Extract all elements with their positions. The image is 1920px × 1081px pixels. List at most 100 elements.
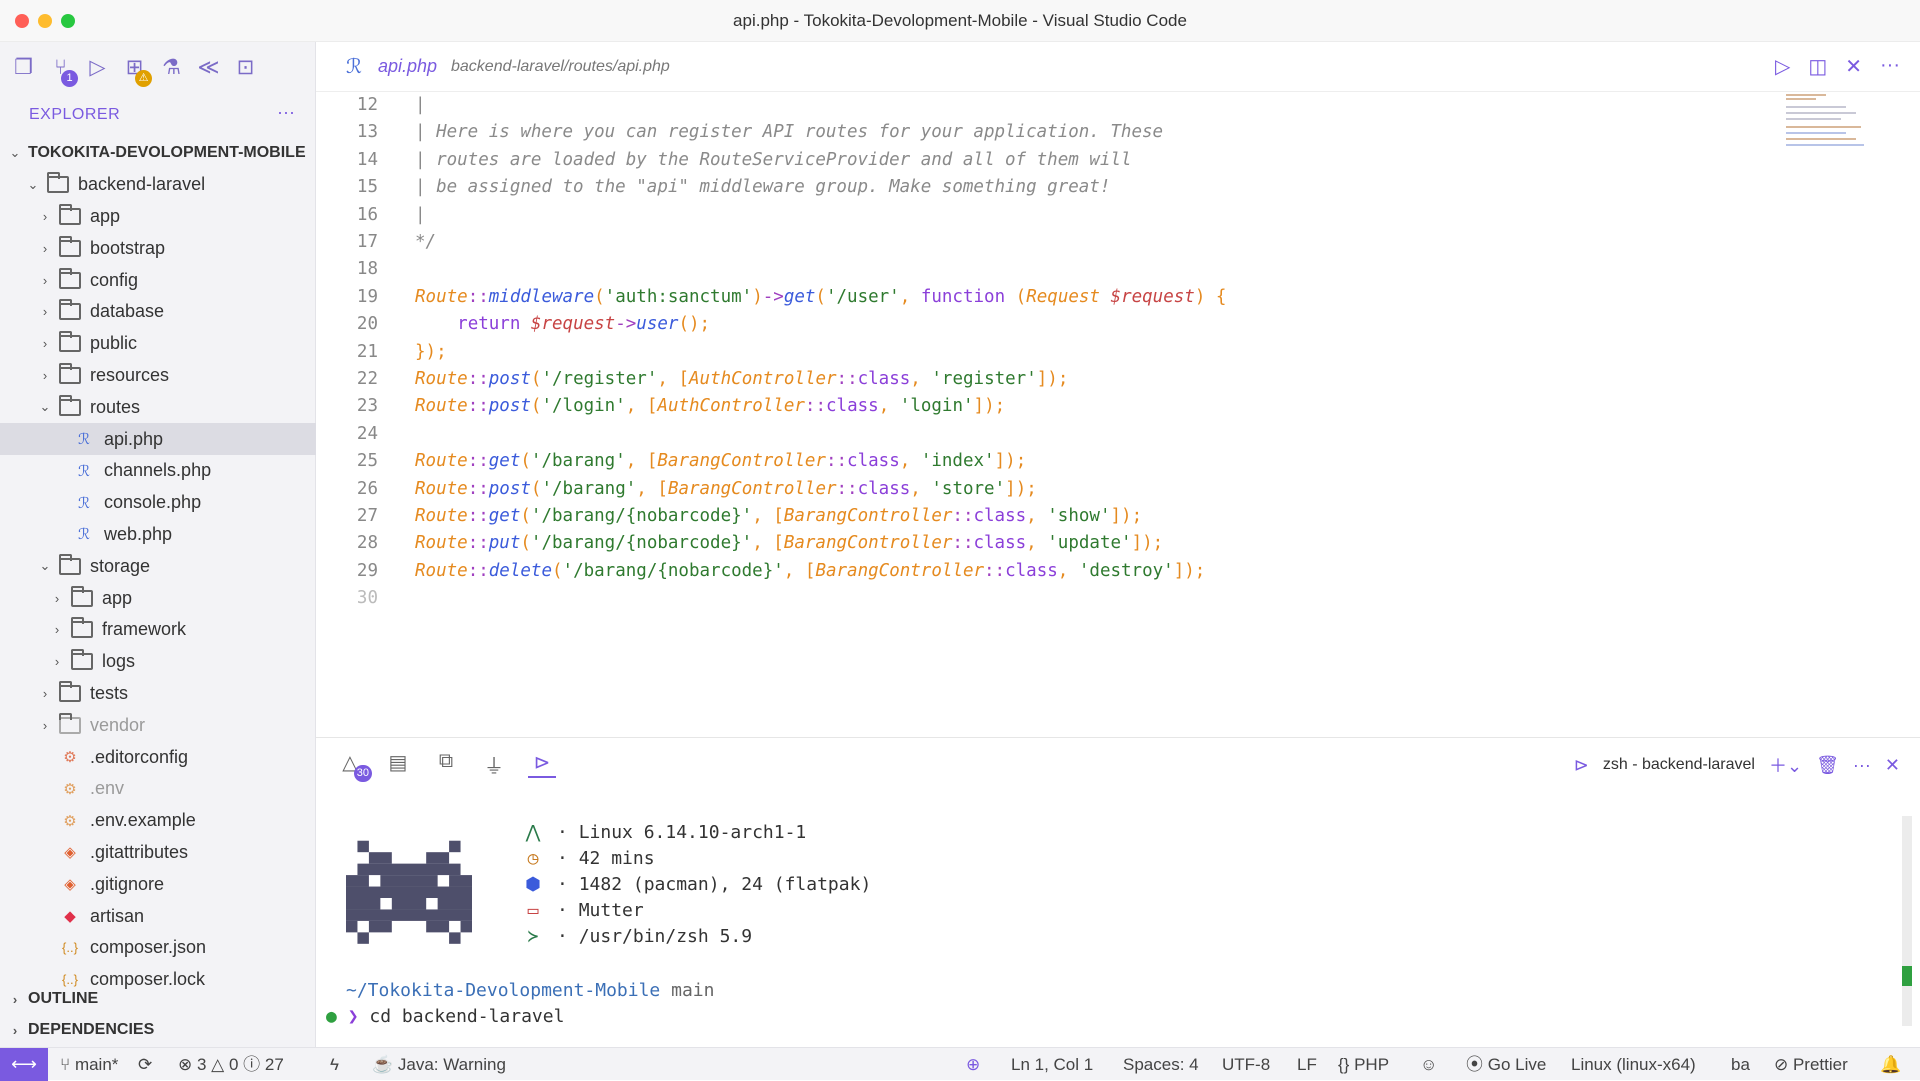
debug-console-icon[interactable]: ⧉ xyxy=(432,750,460,778)
remote-explorer-icon[interactable]: ⊡ xyxy=(232,54,259,81)
terminal-selector[interactable]: zsh - backend-laravel xyxy=(1603,756,1755,774)
tree-folder-logs[interactable]: › logs xyxy=(0,646,316,678)
line-number: 22 xyxy=(356,369,378,389)
tree-folder-app[interactable]: › app xyxy=(0,201,316,233)
tree-file-channels-php[interactable]: ℛchannels.php xyxy=(0,455,316,487)
package-icon: ⬢ xyxy=(525,874,541,895)
terminal-icon[interactable]: ⊳ xyxy=(528,750,556,778)
tree-file-web-php[interactable]: ℛweb.php xyxy=(0,519,316,551)
ports-icon[interactable]: ⏚ xyxy=(480,750,508,778)
code-line[interactable]: 20 return $request->user(); xyxy=(316,311,1780,338)
line-ending[interactable]: LF xyxy=(1297,1048,1317,1081)
tree-folder-storage-app[interactable]: › app xyxy=(0,582,316,614)
tree-file-artisan[interactable]: ◆ artisan xyxy=(0,900,316,932)
code-line[interactable]: 19 Route::middleware('auth:sanctum')->get… xyxy=(316,284,1780,311)
testing-icon[interactable]: ⚗ xyxy=(158,54,185,81)
code-line[interactable]: 22 Route::post('/register', [AuthControll… xyxy=(316,366,1780,393)
outline-section[interactable]: › OUTLINE xyxy=(0,983,316,1015)
tree-file-env[interactable]: ⚙ .env xyxy=(0,773,316,805)
tree-file-env-example[interactable]: ⚙ .env.example xyxy=(0,805,316,837)
tree-folder-bootstrap[interactable]: › bootstrap xyxy=(0,232,316,264)
code-line[interactable]: 27 Route::get('/barang/{nobarcode}', [Bar… xyxy=(316,503,1780,530)
terminal-scrollbar[interactable] xyxy=(1902,816,1912,1026)
indentation[interactable]: Spaces: 4 xyxy=(1123,1048,1199,1081)
tab-api-php[interactable]: api.php xyxy=(378,56,437,77)
sync-icon[interactable]: ⟳ xyxy=(138,1048,152,1081)
tree-file-editorconfig[interactable]: ⚙ .editorconfig xyxy=(0,741,316,773)
minimap[interactable] xyxy=(1784,92,1870,152)
code-line[interactable]: 14 | routes are loaded by the RouteServic… xyxy=(316,147,1780,174)
code-line[interactable]: 16 | xyxy=(316,202,1780,229)
tree-folder-config[interactable]: › config xyxy=(0,264,316,296)
code-line[interactable]: 23 Route::post('/login', [AuthController:… xyxy=(316,393,1780,420)
problems-icon[interactable]: △ 30 xyxy=(336,750,372,782)
code-line[interactable]: 24 xyxy=(316,421,1780,448)
tree-folder-resources[interactable]: › resources xyxy=(0,360,316,392)
cursor-position[interactable]: Ln 1, Col 1 xyxy=(1011,1048,1093,1081)
remote-icon[interactable]: ⟷ xyxy=(0,1048,48,1081)
system-info: ⋀ · Linux 6.14.10-arch1-1 ◷ · 42 mins ⬢ · 1… xyxy=(519,820,871,950)
go-live[interactable]: ⦿ Go Live xyxy=(1466,1048,1546,1081)
code-line[interactable]: 25 Route::get('/barang', [BarangControlle… xyxy=(316,448,1780,475)
code-line[interactable]: 15 | be assigned to the "api" middleware … xyxy=(316,174,1780,201)
ba-status[interactable]: ba xyxy=(1731,1048,1750,1081)
files-icon[interactable]: ❐ xyxy=(10,54,37,81)
code-line[interactable]: 21}); xyxy=(316,339,1780,366)
sidebar: ❐ ⑂ 1 ▷ ⊞ ⚠ ⚗ ≪ ⊡ EXPLORER ··· ⌄ TOKOKITA-D… xyxy=(0,42,316,1047)
tree-folder-tests[interactable]: › tests xyxy=(0,678,316,710)
problems-status[interactable]: ⊗ 3 △ 0 ⓘ 27 xyxy=(178,1048,284,1081)
tree-root[interactable]: ⌄ TOKOKITA-DEVOLOPMENT-MOBILE xyxy=(0,137,316,169)
tree-folder-database[interactable]: › database xyxy=(0,296,316,328)
run-icon[interactable]: ▷ xyxy=(1775,54,1790,79)
language-mode[interactable]: {} PHP xyxy=(1338,1048,1389,1081)
dependencies-section[interactable]: › DEPENDENCIES xyxy=(0,1014,316,1046)
tree-file-gitattributes[interactable]: ◈ .gitattributes xyxy=(0,837,316,869)
more-actions-icon[interactable]: ··· xyxy=(1880,54,1900,79)
output-icon[interactable]: ▤ xyxy=(384,750,412,778)
tree-file-api-php[interactable]: ℛapi.php xyxy=(0,423,316,455)
tree-folder-public[interactable]: › public xyxy=(0,328,316,360)
code-line[interactable]: 30 xyxy=(316,585,1780,612)
run-debug-icon[interactable]: ▷ xyxy=(84,54,111,81)
tree-folder-routes[interactable]: ⌄ routes xyxy=(0,391,316,423)
notifications-icon[interactable]: 🔔 xyxy=(1880,1048,1901,1081)
code-line[interactable]: 17 */ xyxy=(316,229,1780,256)
zoom-icon[interactable]: ⊕ xyxy=(966,1048,980,1081)
platform[interactable]: Linux (linux-x64) xyxy=(1571,1048,1696,1081)
code-line[interactable]: 18 xyxy=(316,256,1780,283)
tree-folder-storage[interactable]: ⌄ storage xyxy=(0,550,316,582)
split-editor-icon[interactable]: ◫ xyxy=(1808,54,1827,79)
code-line[interactable]: 29 Route::delete('/barang/{nobarcode}', [… xyxy=(316,558,1780,585)
code-line[interactable]: 13 | Here is where you can register API r… xyxy=(316,119,1780,146)
java-status[interactable]: ☕ Java: Warning xyxy=(372,1048,506,1081)
new-terminal-icon[interactable]: ＋⌄ xyxy=(1769,752,1802,778)
code-line[interactable]: 12 | xyxy=(316,92,1780,119)
branch-status[interactable]: ⑂ main* xyxy=(60,1048,118,1081)
breadcrumb[interactable]: backend-laravel/routes/api.php xyxy=(451,58,670,76)
tree-folder-vendor[interactable]: › vendor xyxy=(0,709,316,741)
folder-vendor-icon xyxy=(58,712,82,736)
code-line[interactable]: 28 Route::put('/barang/{nobarcode}', [Bar… xyxy=(316,530,1780,557)
source-control-icon[interactable]: ⑂ 1 xyxy=(47,54,78,87)
more-actions-icon[interactable]: ··· xyxy=(1853,755,1871,776)
tree-file-composer-json[interactable]: {..} composer.json xyxy=(0,932,316,964)
command-line[interactable]: ● ❯ cd backend-laravel xyxy=(326,1006,564,1027)
tree-file-gitignore[interactable]: ◈ .gitignore xyxy=(0,868,316,900)
encoding[interactable]: UTF-8 xyxy=(1222,1048,1270,1081)
extensions-icon[interactable]: ⊞ ⚠ xyxy=(121,54,152,87)
flash-icon[interactable]: ϟ xyxy=(330,1048,339,1081)
code-line[interactable]: 26 Route::post('/barang', [BarangControll… xyxy=(316,476,1780,503)
tree-folder-framework[interactable]: › framework xyxy=(0,614,316,646)
tree-file-console-php[interactable]: ℛconsole.php xyxy=(0,487,316,519)
explorer-more-icon[interactable]: ··· xyxy=(277,102,295,123)
close-panel-icon[interactable]: ✕ xyxy=(1885,755,1900,776)
close-icon[interactable]: ✕ xyxy=(1845,54,1862,79)
flutter-icon[interactable]: ≪ xyxy=(195,54,222,81)
tree-folder-backend-laravel[interactable]: ⌄ backend-laravel xyxy=(0,169,316,201)
prettier-status[interactable]: ⊘ Prettier xyxy=(1774,1048,1848,1081)
line-number: 28 xyxy=(356,533,378,554)
trash-icon[interactable]: 🗑 xyxy=(1816,755,1839,776)
copilot-icon[interactable]: ☺ xyxy=(1420,1048,1437,1081)
line-number: 15 xyxy=(356,177,378,198)
code-editor[interactable]: 12 | 13 | Here is where you can register AP… xyxy=(316,92,1780,737)
